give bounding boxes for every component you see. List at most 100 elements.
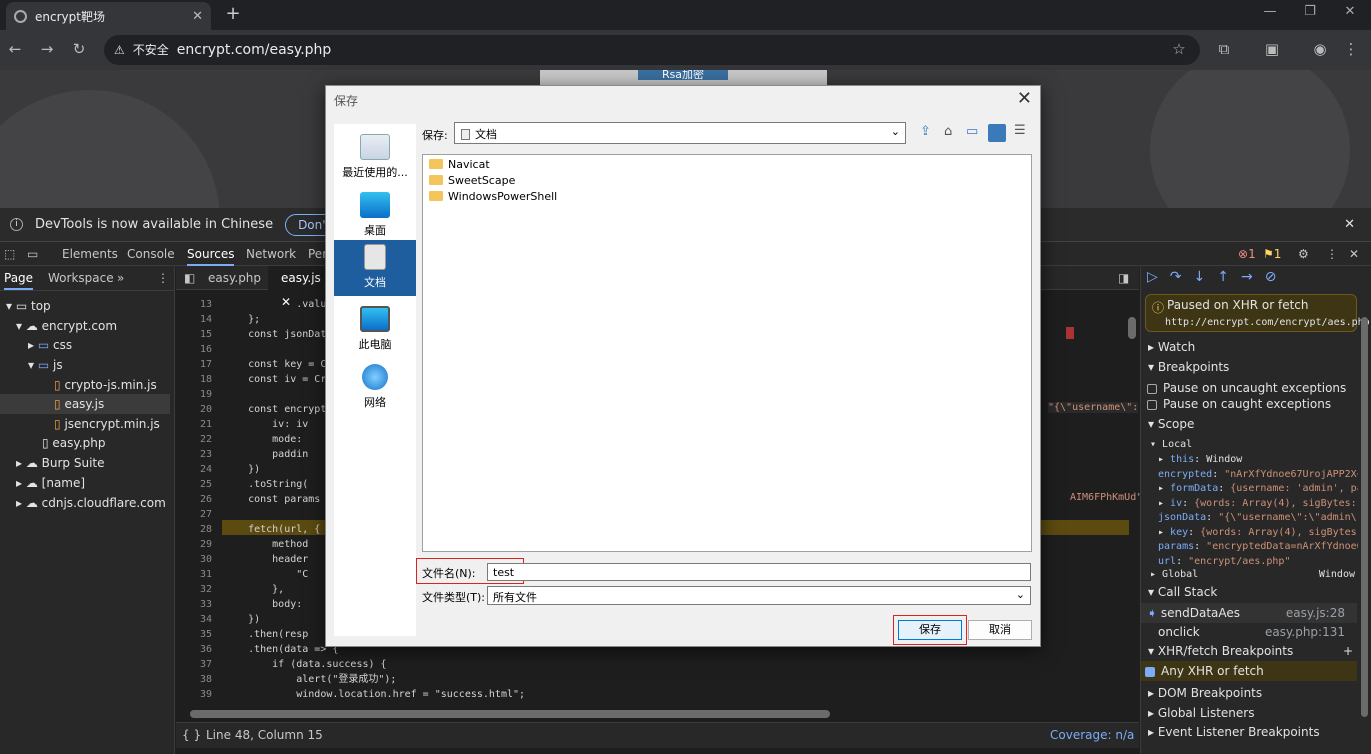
folder-item[interactable]: WindowsPowerShell bbox=[429, 189, 557, 205]
warning-count[interactable]: ⚑1 bbox=[1263, 242, 1281, 266]
line-number[interactable]: 18 bbox=[176, 372, 212, 387]
scope-item[interactable]: ▸ this: Window bbox=[1158, 452, 1358, 467]
scope-item[interactable]: ▸ iv: {words: Array(4), sigBytes: 16} bbox=[1158, 496, 1358, 511]
editor-tab-easy-php[interactable]: easy.php bbox=[208, 266, 261, 290]
tab-sources[interactable]: Sources bbox=[187, 242, 235, 266]
line-number[interactable]: 19 bbox=[176, 387, 212, 402]
tree-file[interactable]: ▯ crypto-js.min.js bbox=[54, 375, 157, 395]
browser-tab[interactable]: encrypt靶场 ✕ bbox=[6, 2, 211, 30]
forward-icon[interactable]: → bbox=[36, 40, 58, 60]
inspect-icon[interactable]: ⬚ bbox=[4, 242, 15, 266]
line-number[interactable]: 23 bbox=[176, 447, 212, 462]
line-number[interactable]: 29 bbox=[176, 537, 212, 552]
place-desktop[interactable]: 桌面 bbox=[340, 188, 410, 244]
tree-js[interactable]: ▾ ▭ js bbox=[28, 355, 63, 375]
menu-icon[interactable]: ⋮ bbox=[1340, 40, 1362, 60]
step-out-icon[interactable]: ↑ bbox=[1217, 269, 1241, 285]
dialog-close-icon[interactable]: ✕ bbox=[1017, 88, 1032, 109]
save-in-combo[interactable]: 文档 ⌄ bbox=[454, 122, 906, 144]
up-folder-icon[interactable]: ⇪ bbox=[920, 124, 931, 139]
device-toolbar-icon[interactable]: ▭ bbox=[27, 242, 38, 266]
more-tabs-icon[interactable]: » bbox=[117, 266, 124, 290]
listeners-section[interactable]: ▸ Global Listeners bbox=[1148, 703, 1254, 723]
cancel-button[interactable]: 取消 bbox=[968, 620, 1032, 640]
place-network[interactable]: 网络 bbox=[340, 360, 410, 416]
scope-item[interactable]: encrypted: "nArXfYdnoe67UrojAPP2X+6c bbox=[1158, 467, 1358, 482]
rsa-tab[interactable]: Rsa加密 bbox=[638, 70, 728, 80]
tab-console[interactable]: Console bbox=[127, 242, 175, 266]
scope-section[interactable]: ▾ Scope bbox=[1148, 414, 1194, 434]
line-number[interactable]: 25 bbox=[176, 477, 212, 492]
call-stack-section[interactable]: ▾ Call Stack bbox=[1148, 582, 1217, 602]
close-infobar-icon[interactable]: ✕ bbox=[1344, 217, 1355, 232]
folder-item[interactable]: Navicat bbox=[429, 157, 490, 173]
reload-icon[interactable]: ↻ bbox=[68, 40, 90, 60]
line-number[interactable]: 27 bbox=[176, 507, 212, 522]
filename-input[interactable]: test bbox=[487, 563, 1031, 581]
new-folder-icon[interactable]: ▭ bbox=[966, 124, 978, 139]
line-number[interactable]: 17 bbox=[176, 357, 212, 372]
tab-network[interactable]: Network bbox=[246, 242, 296, 266]
line-number[interactable]: 34 bbox=[176, 612, 212, 627]
view-list-icon[interactable]: ☰ bbox=[1014, 123, 1026, 138]
line-number[interactable]: 22 bbox=[176, 432, 212, 447]
line-number[interactable]: 37 bbox=[176, 657, 212, 672]
watch-section[interactable]: ▸ Watch bbox=[1148, 337, 1195, 357]
checkbox[interactable] bbox=[1147, 383, 1157, 394]
scope-item[interactable]: ▸ key: {words: Array(4), sigBytes: 16} bbox=[1158, 525, 1358, 540]
error-count[interactable]: ⊗1 bbox=[1238, 242, 1256, 266]
scope-item[interactable]: params: "encryptedData=nArXfYdnoe67U bbox=[1158, 539, 1358, 554]
scope-item[interactable]: jsonData: "{\"username\":\"admin\",\ bbox=[1158, 510, 1358, 525]
line-number[interactable]: 36 bbox=[176, 642, 212, 657]
tree-css[interactable]: ▸ ▭ css bbox=[28, 335, 72, 355]
tab-page[interactable]: Page bbox=[4, 266, 34, 290]
bookmark-star-icon[interactable]: ☆ bbox=[1168, 40, 1190, 60]
event-section[interactable]: ▸ Event Listener Breakpoints bbox=[1148, 722, 1320, 742]
restore-icon[interactable]: ❐ bbox=[1290, 4, 1330, 24]
scope-global[interactable]: ▸ Global Window bbox=[1150, 567, 1355, 582]
line-number[interactable]: 31 bbox=[176, 567, 212, 582]
tab-elements[interactable]: Elements bbox=[62, 242, 118, 266]
nav-menu-icon[interactable]: ⋮ bbox=[157, 266, 169, 290]
checkbox[interactable] bbox=[1147, 399, 1157, 410]
tree-file[interactable]: ▯ easy.php bbox=[42, 433, 105, 453]
scope-local[interactable]: ▾ Local bbox=[1150, 437, 1192, 452]
line-number[interactable]: 26 bbox=[176, 492, 212, 507]
line-number[interactable]: 32 bbox=[176, 582, 212, 597]
editor-tab-easy-js[interactable]: easy.js ✕ bbox=[268, 266, 326, 309]
view-icons-icon[interactable] bbox=[988, 124, 1006, 142]
coverage-label[interactable]: Coverage: n/a bbox=[1050, 728, 1134, 742]
file-list[interactable]: Navicat SweetScape WindowsPowerShell bbox=[422, 154, 1032, 552]
pause-caught-option[interactable]: Pause on caught exceptions bbox=[1147, 394, 1331, 414]
line-number[interactable]: 14 bbox=[176, 312, 212, 327]
line-number[interactable]: 20 bbox=[176, 402, 212, 417]
back-icon[interactable]: ← bbox=[4, 40, 26, 60]
tree-file-selected[interactable]: ▯ easy.js bbox=[0, 394, 170, 414]
home-icon[interactable]: ⌂ bbox=[944, 124, 952, 139]
tree-burp[interactable]: ▸ ☁ Burp Suite bbox=[16, 453, 105, 473]
url-text[interactable]: encrypt.com/easy.php bbox=[177, 42, 332, 58]
resume-icon[interactable]: ▷ bbox=[1147, 269, 1170, 285]
line-number[interactable]: 35 bbox=[176, 627, 212, 642]
line-number[interactable]: 13 bbox=[176, 297, 212, 312]
line-number[interactable]: 16 bbox=[176, 342, 212, 357]
breakpoints-section[interactable]: ▾ Breakpoints bbox=[1148, 357, 1229, 377]
call-frame-active[interactable]: ➧ sendDataAes easy.js:28 bbox=[1141, 603, 1357, 623]
step-over-icon[interactable]: ↷ bbox=[1170, 269, 1194, 285]
line-number[interactable]: 28 bbox=[176, 522, 212, 537]
horizontal-scrollbar[interactable] bbox=[190, 710, 830, 718]
settings-icon[interactable]: ⚙ bbox=[1298, 242, 1309, 266]
place-recent[interactable]: 最近使用的... bbox=[340, 130, 410, 186]
line-number[interactable]: 15 bbox=[176, 327, 212, 342]
call-frame[interactable]: onclick easy.php:131 bbox=[1141, 622, 1357, 642]
extensions-icon[interactable]: ⧉ bbox=[1213, 40, 1235, 60]
scope-item[interactable]: ▸ formData: {username: 'admin', passwo bbox=[1158, 481, 1358, 496]
folder-item[interactable]: SweetScape bbox=[429, 173, 515, 189]
deactivate-breakpoints-icon[interactable]: ⊘ bbox=[1265, 269, 1289, 285]
any-xhr-option[interactable]: Any XHR or fetch bbox=[1141, 661, 1357, 681]
more-icon[interactable]: ⋮ bbox=[1326, 242, 1338, 266]
minimize-icon[interactable]: — bbox=[1250, 4, 1290, 24]
dom-section[interactable]: ▸ DOM Breakpoints bbox=[1148, 683, 1262, 703]
xhr-section[interactable]: ▾ XHR/fetch Breakpoints + bbox=[1148, 641, 1353, 661]
step-icon[interactable]: → bbox=[1241, 269, 1265, 285]
